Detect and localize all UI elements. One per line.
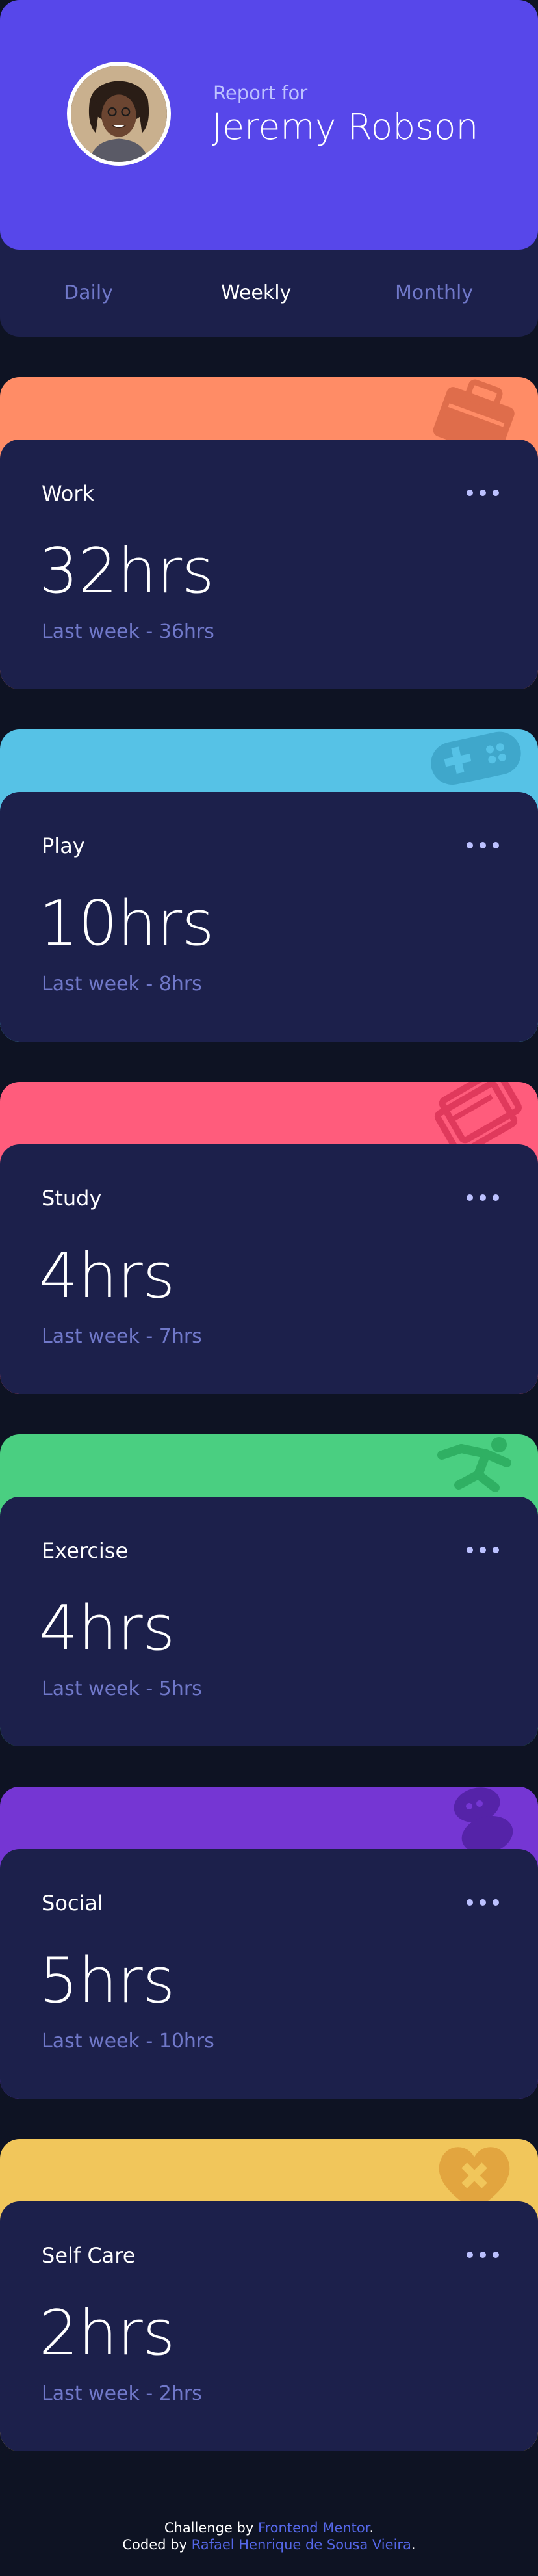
activity-previous-hours: Last week - 8hrs <box>42 973 202 995</box>
period-tab-monthly[interactable]: Monthly <box>395 282 473 304</box>
attribution-challenge: Challenge by Frontend Mentor. <box>0 2520 538 2536</box>
avatar-portrait-icon <box>71 66 167 162</box>
frontend-mentor-link[interactable]: Frontend Mentor <box>258 2520 370 2536</box>
ellipsis-menu-icon[interactable] <box>467 1190 499 1205</box>
activity-current-hours: 4hrs <box>39 1593 175 1664</box>
activity-card-self-care: Self Care 2hrs Last week - 2hrs <box>0 2139 538 2451</box>
period-tab-daily[interactable]: Daily <box>64 282 113 304</box>
activity-title: Work <box>42 481 95 506</box>
avatar <box>67 62 171 166</box>
profile-card: Report for Jeremy Robson Daily Weekly Mo… <box>0 0 538 337</box>
ellipsis-menu-icon[interactable] <box>467 837 499 853</box>
activity-title: Social <box>42 1891 103 1915</box>
activity-title: Play <box>42 834 85 858</box>
activity-card-study: Study 4hrs Last week - 7hrs <box>0 1082 538 1394</box>
activity-card-work: Work 32hrs Last week - 36hrs <box>0 377 538 689</box>
activity-card-social: Social 5hrs Last week - 10hrs <box>0 1787 538 2099</box>
ellipsis-menu-icon[interactable] <box>467 2247 499 2263</box>
profile-header: Report for Jeremy Robson <box>0 0 538 250</box>
activity-current-hours: 32hrs <box>39 536 214 607</box>
activity-previous-hours: Last week - 36hrs <box>42 620 214 643</box>
attribution-text: . <box>411 2537 416 2553</box>
activity-previous-hours: Last week - 10hrs <box>42 2030 214 2053</box>
report-for-label: Report for <box>213 82 308 104</box>
activity-previous-hours: Last week - 5hrs <box>42 1677 202 1700</box>
activity-body[interactable]: Self Care 2hrs Last week - 2hrs <box>0 2201 538 2451</box>
activity-body[interactable]: Play 10hrs Last week - 8hrs <box>0 792 538 1042</box>
activity-title: Exercise <box>42 1538 129 1563</box>
period-tab-weekly[interactable]: Weekly <box>221 282 291 304</box>
activity-card-play: Play 10hrs Last week - 8hrs <box>0 729 538 1042</box>
activity-body[interactable]: Social 5hrs Last week - 10hrs <box>0 1849 538 2099</box>
activity-current-hours: 5hrs <box>39 1945 175 2017</box>
attribution-text: Coded by <box>122 2537 192 2553</box>
activity-previous-hours: Last week - 7hrs <box>42 1325 202 1348</box>
activity-card-exercise: Exercise 4hrs Last week - 5hrs <box>0 1434 538 1746</box>
activity-current-hours: 4hrs <box>39 1241 175 1312</box>
activity-current-hours: 2hrs <box>39 2298 175 2369</box>
ellipsis-menu-icon[interactable] <box>467 485 499 501</box>
activity-previous-hours: Last week - 2hrs <box>42 2382 202 2405</box>
activity-title: Study <box>42 1186 102 1211</box>
user-name: Jeremy Robson <box>212 106 479 148</box>
activity-current-hours: 10hrs <box>39 888 214 960</box>
ellipsis-menu-icon[interactable] <box>467 1895 499 1910</box>
attribution-coded-by: Coded by Rafael Henrique de Sousa Vieira… <box>0 2537 538 2553</box>
activity-body[interactable]: Work 32hrs Last week - 36hrs <box>0 440 538 689</box>
author-link[interactable]: Rafael Henrique de Sousa Vieira <box>192 2537 411 2553</box>
activity-body[interactable]: Study 4hrs Last week - 7hrs <box>0 1144 538 1394</box>
attribution-text: . <box>369 2520 374 2536</box>
time-tracking-dashboard: Report for Jeremy Robson Daily Weekly Mo… <box>0 0 538 2576</box>
activity-title: Self Care <box>42 2243 136 2268</box>
activity-body[interactable]: Exercise 4hrs Last week - 5hrs <box>0 1497 538 1746</box>
attribution-text: Challenge by <box>164 2520 258 2536</box>
ellipsis-menu-icon[interactable] <box>467 1542 499 1558</box>
